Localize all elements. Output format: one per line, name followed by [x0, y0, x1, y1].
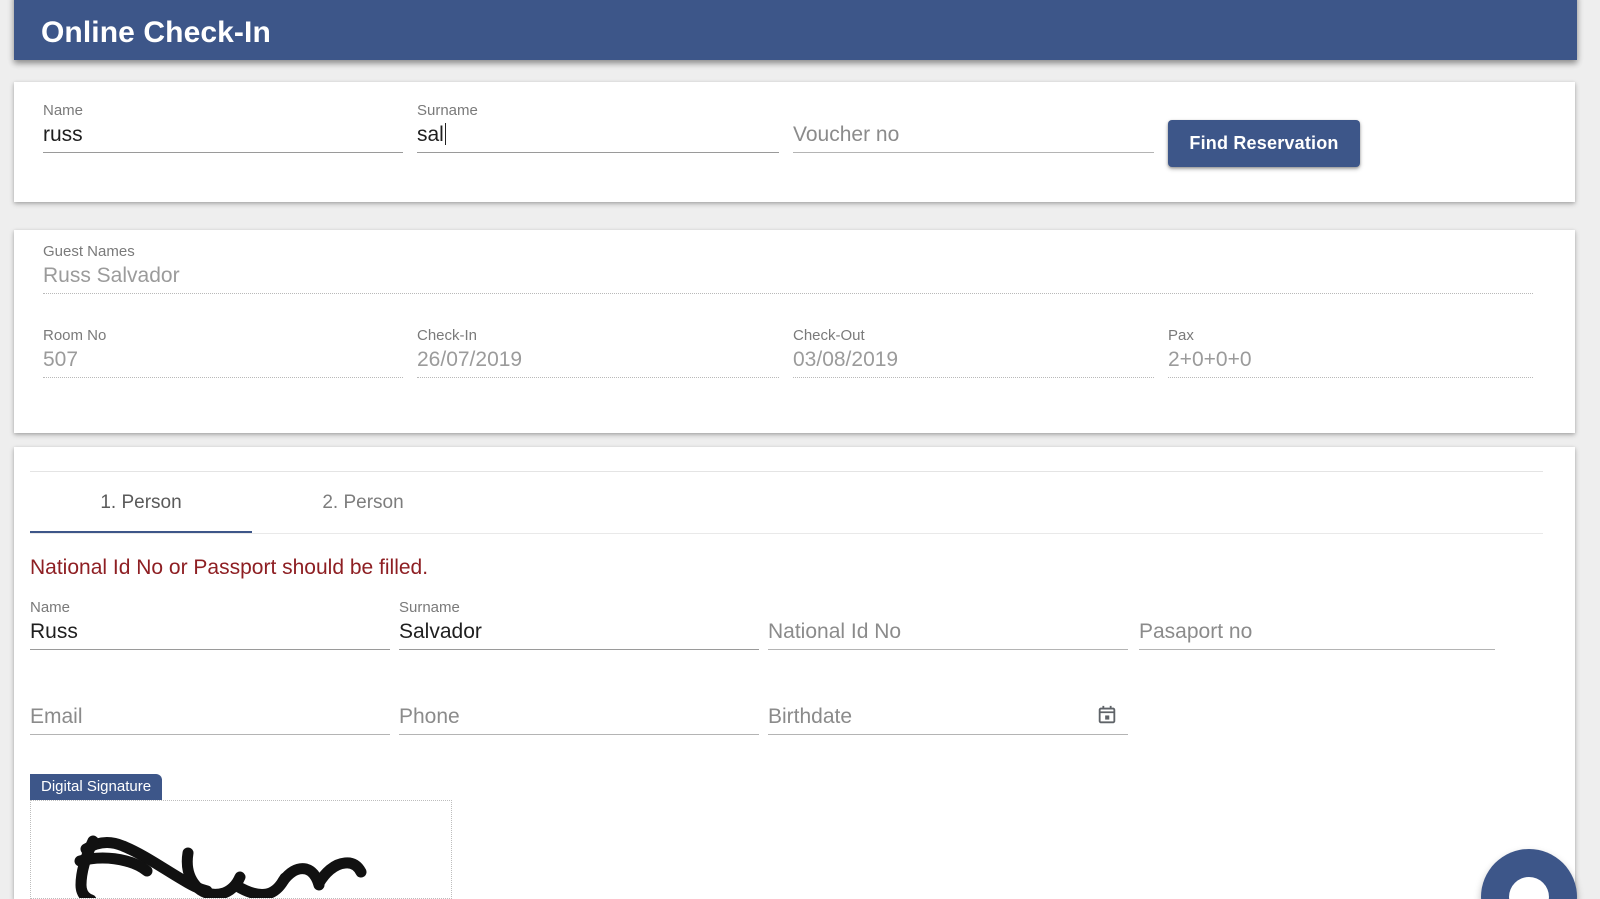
- signature-pad[interactable]: [30, 800, 452, 899]
- person-phone-field[interactable]: Phone: [399, 684, 759, 735]
- person-surname-field[interactable]: Surname Salvador: [399, 599, 759, 650]
- check-out-underline: [793, 377, 1154, 378]
- person-tabs: 1. Person 2. Person: [30, 471, 1543, 534]
- person-surname-underline: [399, 649, 759, 650]
- room-no-field: Room No 507: [43, 327, 403, 378]
- guest-names-underline: [43, 293, 1533, 294]
- tab-person-1[interactable]: 1. Person: [30, 472, 252, 534]
- person-passport-label: [1139, 599, 1495, 617]
- search-voucher-underline: [793, 152, 1154, 153]
- search-name-underline: [43, 152, 403, 153]
- room-no-label: Room No: [43, 327, 107, 344]
- person-national-id-label: [768, 599, 1128, 617]
- chat-bubble-icon: [1509, 877, 1549, 899]
- reservation-search-card: Name russ Surname sal Voucher no Find Re…: [14, 82, 1575, 202]
- search-name-input[interactable]: russ: [43, 120, 403, 152]
- find-reservation-button[interactable]: Find Reservation: [1168, 120, 1360, 167]
- room-no-underline: [43, 377, 403, 378]
- check-in-field: Check-In 26/07/2019: [417, 327, 779, 378]
- person-name-field[interactable]: Name Russ: [30, 599, 390, 650]
- pax-label: Pax: [1168, 327, 1194, 344]
- validation-error-message: National Id No or Passport should be fil…: [30, 556, 429, 579]
- pax-field: Pax 2+0+0+0: [1168, 327, 1533, 378]
- tab-person-1-label: 1. Person: [100, 492, 182, 513]
- page-title: Online Check-In: [41, 16, 271, 49]
- person-national-id-input[interactable]: National Id No: [768, 617, 1128, 649]
- check-out-field: Check-Out 03/08/2019: [793, 327, 1154, 378]
- signature-ink: [74, 835, 367, 898]
- guest-names-field: Guest Names Russ Salvador: [43, 243, 1533, 294]
- calendar-icon[interactable]: [1094, 702, 1120, 728]
- person-email-underline: [30, 734, 390, 735]
- person-passport-field[interactable]: Pasaport no: [1139, 599, 1495, 650]
- person-phone-label: [399, 684, 759, 702]
- person-birthdate-input[interactable]: Birthdate: [768, 702, 1128, 734]
- search-name-label: Name: [43, 102, 84, 119]
- person-birthdate-label: [768, 684, 1128, 702]
- pax-value: 2+0+0+0: [1168, 348, 1252, 371]
- check-in-underline: [417, 377, 779, 378]
- guest-names-label: Guest Names: [43, 243, 135, 260]
- search-surname-label: Surname: [417, 102, 478, 119]
- person-passport-underline: [1139, 649, 1495, 650]
- room-no-value: 507: [43, 348, 79, 371]
- pax-underline: [1168, 377, 1533, 378]
- page-header: Online Check-In: [14, 0, 1577, 60]
- digital-signature-badge: Digital Signature: [30, 774, 163, 800]
- search-voucher-label: [793, 102, 1154, 120]
- tab-bottom-divider: [30, 533, 1543, 534]
- online-checkin-page: Online Check-In Name russ Surname sal Vo…: [0, 0, 1600, 899]
- person-email-label: [30, 684, 390, 702]
- search-voucher-field[interactable]: Voucher no: [793, 102, 1154, 153]
- check-out-value: 03/08/2019: [793, 348, 899, 371]
- search-name-field[interactable]: Name russ: [43, 102, 403, 153]
- person-passport-input[interactable]: Pasaport no: [1139, 617, 1495, 649]
- person-name-label: Name: [30, 599, 71, 616]
- search-voucher-input[interactable]: Voucher no: [793, 120, 1154, 152]
- reservation-details-card: Guest Names Russ Salvador Room No 507 Ch…: [14, 230, 1575, 433]
- person-form-card: 1. Person 2. Person National Id No or Pa…: [14, 447, 1575, 899]
- person-birthdate-field[interactable]: Birthdate: [768, 684, 1128, 735]
- person-phone-input[interactable]: Phone: [399, 702, 759, 734]
- person-phone-underline: [399, 734, 759, 735]
- check-in-label: Check-In: [417, 327, 478, 344]
- person-name-input[interactable]: Russ: [30, 617, 390, 649]
- person-national-id-field[interactable]: National Id No: [768, 599, 1128, 650]
- text-caret: [444, 123, 446, 145]
- person-birthdate-underline: [768, 734, 1128, 735]
- search-surname-field[interactable]: Surname sal: [417, 102, 779, 153]
- person-surname-label: Surname: [399, 599, 460, 616]
- tab-person-2[interactable]: 2. Person: [252, 472, 474, 534]
- person-national-id-underline: [768, 649, 1128, 650]
- tab-person-2-label: 2. Person: [322, 492, 404, 513]
- person-surname-input[interactable]: Salvador: [399, 617, 759, 649]
- person-name-underline: [30, 649, 390, 650]
- search-surname-input[interactable]: sal: [417, 120, 779, 152]
- guest-names-value: Russ Salvador: [43, 264, 180, 287]
- search-surname-underline: [417, 152, 779, 153]
- check-in-value: 26/07/2019: [417, 348, 523, 371]
- person-email-input[interactable]: Email: [30, 702, 390, 734]
- check-out-label: Check-Out: [793, 327, 865, 344]
- person-email-field[interactable]: Email: [30, 684, 390, 735]
